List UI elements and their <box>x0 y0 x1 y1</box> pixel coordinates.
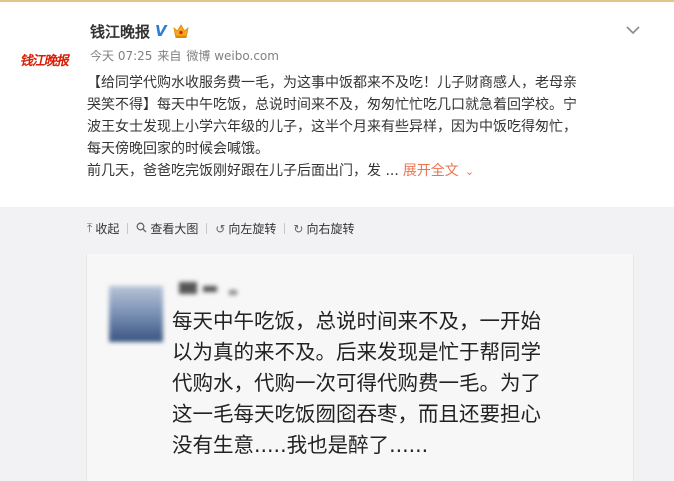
rotate-left-label: 向左旋转 <box>228 222 277 236</box>
rotate-left-button[interactable]: ↺ 向左旋转 <box>215 220 276 237</box>
view-large-button[interactable]: 查看大图 <box>136 220 198 237</box>
expand-chevron-icon: ⌄ <box>464 165 475 178</box>
expand-label: 展开全文 <box>402 163 459 179</box>
image-text: 每天中午吃饭，总说时间来不及，一开始 以为真的来不及。后来发现是忙于帮同学 代购… <box>172 306 627 461</box>
screen-name-link[interactable]: 钱江晚报 <box>90 21 150 42</box>
expand-full-text-link[interactable]: 展开全文 ⌄ <box>403 163 474 179</box>
image-text-line: 代购水，代购一次可得代购费一毛。为了 <box>172 371 541 395</box>
post-line-truncated: 前几天，爸爸吃完饭刚好跟在儿子后面出门，发 ... <box>87 163 399 179</box>
avatar[interactable]: 钱江晚报 <box>14 44 76 74</box>
image-text-line: 没有生意.....我也是醉了...... <box>172 433 429 457</box>
image-text-line: 每天中午吃饭，总说时间来不及，一开始 <box>172 309 541 333</box>
post-line: 哭笑不得】每天中午吃饭，总说时间来不及，匆匆忙忙吃几口就急着回学校。宁 <box>87 97 577 113</box>
post-line: 波王女士发现上小学六年级的儿子，这半个月来有些异样，因为中饭吃得匆忙， <box>87 119 577 135</box>
rotate-right-button[interactable]: ↻ 向右旋转 <box>293 220 354 237</box>
avatar-logo-text: 钱江晚报 <box>18 53 71 69</box>
magnifier-icon <box>136 222 147 236</box>
member-crown-icon <box>173 24 189 38</box>
top-divider <box>0 0 674 2</box>
blurred-avatar <box>109 286 163 342</box>
verified-icon: V <box>155 21 167 40</box>
blurred-username <box>179 278 249 296</box>
toolbar-divider <box>206 223 208 234</box>
post-source[interactable]: 微博 weibo.com <box>186 47 279 64</box>
collapse-label: 收起 <box>95 222 120 236</box>
post-line: 每天傍晚回家的时候会喊饿。 <box>87 141 269 157</box>
rotate-right-label: 向右旋转 <box>306 222 355 236</box>
post-last-line: 前几天，爸爸吃完饭刚好跟在儿子后面出门，发 ... 展开全文 ⌄ <box>87 160 647 183</box>
image-text-line: 以为真的来不及。后来发现是忙于帮同学 <box>172 340 541 364</box>
source-prefix: 来自 <box>157 49 182 63</box>
toolbar-divider <box>284 223 286 234</box>
post-image[interactable]: 每天中午吃饭，总说时间来不及，一开始 以为真的来不及。后来发现是忙于帮同学 代购… <box>86 254 634 481</box>
image-text-line: 这一毛每天吃饭囫囵吞枣，而且还要担心 <box>172 402 541 426</box>
post-meta: 今天 07:25 来自 微博 weibo.com <box>90 47 279 64</box>
image-toolbar: ⤒ 收起 查看大图 ↺ 向左旋转 ↻ 向右旋转 <box>87 220 355 237</box>
post-body: 【给同学代购水收服务费一毛，为这事中饭都来不及吃！儿子财商感人，老母亲 哭笑不得… <box>87 72 647 183</box>
rotate-left-icon: ↺ <box>215 221 226 236</box>
collapse-icon: ⤒ <box>87 221 93 235</box>
toolbar-divider <box>127 223 129 234</box>
view-large-label: 查看大图 <box>150 222 199 236</box>
rotate-right-icon: ↻ <box>293 221 304 236</box>
author-row: 钱江晚报 V <box>90 21 190 41</box>
chevron-down-icon[interactable] <box>624 23 642 37</box>
collapse-button[interactable]: ⤒ 收起 <box>87 220 119 237</box>
post-time[interactable]: 今天 07:25 <box>90 47 152 64</box>
post-line: 【给同学代购水收服务费一毛，为这事中饭都来不及吃！儿子财商感人，老母亲 <box>87 75 577 91</box>
